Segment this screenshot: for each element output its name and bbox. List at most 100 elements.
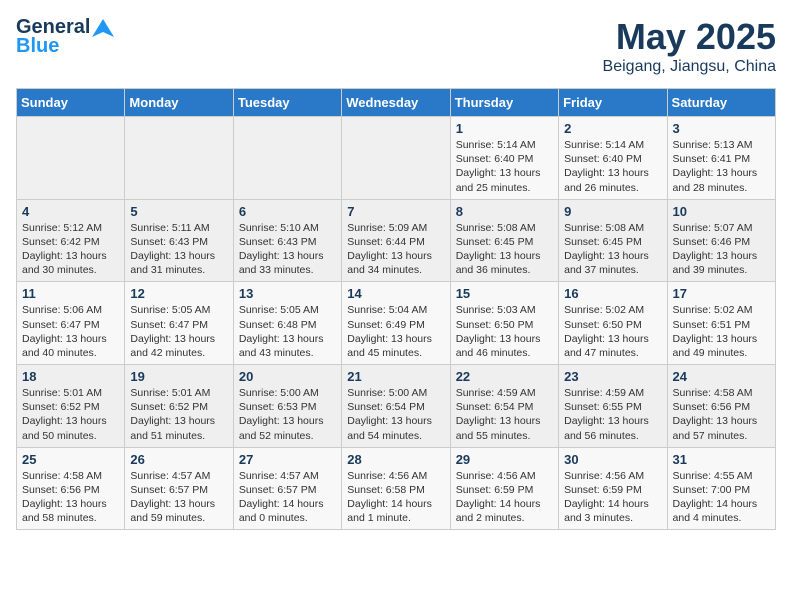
column-header-sunday: Sunday (17, 89, 125, 117)
calendar-table: SundayMondayTuesdayWednesdayThursdayFrid… (16, 88, 776, 530)
calendar-cell: 16Sunrise: 5:02 AM Sunset: 6:50 PM Dayli… (559, 282, 667, 365)
day-number: 10 (673, 204, 770, 219)
day-info: Sunrise: 4:55 AM Sunset: 7:00 PM Dayligh… (673, 469, 770, 526)
calendar-title: May 2025 (603, 16, 776, 58)
day-number: 22 (456, 369, 553, 384)
day-info: Sunrise: 4:58 AM Sunset: 6:56 PM Dayligh… (673, 386, 770, 443)
day-number: 8 (456, 204, 553, 219)
calendar-cell (233, 117, 341, 200)
day-number: 20 (239, 369, 336, 384)
day-info: Sunrise: 5:07 AM Sunset: 6:46 PM Dayligh… (673, 221, 770, 278)
calendar-cell: 13 Sunrise: 5:05 AM Sunset: 6:48 PM Dayli… (233, 282, 341, 365)
day-info: Sunrise: 4:56 AM Sunset: 6:59 PM Dayligh… (564, 469, 661, 526)
column-header-tuesday: Tuesday (233, 89, 341, 117)
day-info: Sunrise: 5:08 AM Sunset: 6:45 PM Dayligh… (456, 221, 553, 278)
calendar-cell: 23 Sunrise: 4:59 AM Sunset: 6:55 PM Dayli… (559, 365, 667, 448)
day-info: Sunrise: 5:13 AM Sunset: 6:41 PM Dayligh… (673, 138, 770, 195)
calendar-cell: 12 Sunrise: 5:05 AM Sunset: 6:47 PM Dayli… (125, 282, 233, 365)
calendar-cell: 21 Sunrise: 5:00 AM Sunset: 6:54 PM Dayli… (342, 365, 450, 448)
day-number: 24 (673, 369, 770, 384)
day-number: 7 (347, 204, 444, 219)
calendar-cell: 6Sunrise: 5:10 AM Sunset: 6:43 PM Daylig… (233, 199, 341, 282)
day-info: Sunrise: 5:05 AM Sunset: 6:47 PM Dayligh… (130, 303, 227, 360)
day-info: Sunrise: 5:02 AM Sunset: 6:51 PM Dayligh… (673, 303, 770, 360)
calendar-week-row: 4 Sunrise: 5:12 AM Sunset: 6:42 PM Daylig… (17, 199, 776, 282)
calendar-cell: 29 Sunrise: 4:56 AM Sunset: 6:59 PM Dayli… (450, 447, 558, 530)
day-info: Sunrise: 5:14 AM Sunset: 6:40 PM Dayligh… (456, 138, 553, 195)
calendar-cell: 27Sunrise: 4:57 AM Sunset: 6:57 PM Dayli… (233, 447, 341, 530)
calendar-header-row: SundayMondayTuesdayWednesdayThursdayFrid… (17, 89, 776, 117)
calendar-cell (17, 117, 125, 200)
calendar-subtitle: Beigang, Jiangsu, China (603, 58, 776, 76)
day-info: Sunrise: 4:56 AM Sunset: 6:59 PM Dayligh… (456, 469, 553, 526)
day-info: Sunrise: 4:59 AM Sunset: 6:54 PM Dayligh… (456, 386, 553, 443)
calendar-cell: 24 Sunrise: 4:58 AM Sunset: 6:56 PM Dayli… (667, 365, 775, 448)
calendar-week-row: 18 Sunrise: 5:01 AM Sunset: 6:52 PM Dayli… (17, 365, 776, 448)
day-number: 17 (673, 286, 770, 301)
logo: General Blue (16, 16, 114, 58)
calendar-cell (342, 117, 450, 200)
day-number: 12 (130, 286, 227, 301)
calendar-cell: 25 Sunrise: 4:58 AM Sunset: 6:56 PM Dayli… (17, 447, 125, 530)
calendar-week-row: 1Sunrise: 5:14 AM Sunset: 6:40 PM Daylig… (17, 117, 776, 200)
day-info: Sunrise: 5:05 AM Sunset: 6:48 PM Dayligh… (239, 303, 336, 360)
calendar-cell: 1Sunrise: 5:14 AM Sunset: 6:40 PM Daylig… (450, 117, 558, 200)
day-number: 9 (564, 204, 661, 219)
day-number: 5 (130, 204, 227, 219)
logo-bird-icon (92, 17, 114, 39)
day-info: Sunrise: 5:01 AM Sunset: 6:52 PM Dayligh… (130, 386, 227, 443)
calendar-cell: 22 Sunrise: 4:59 AM Sunset: 6:54 PM Dayli… (450, 365, 558, 448)
calendar-cell: 10 Sunrise: 5:07 AM Sunset: 6:46 PM Dayli… (667, 199, 775, 282)
calendar-cell: 30 Sunrise: 4:56 AM Sunset: 6:59 PM Dayli… (559, 447, 667, 530)
column-header-wednesday: Wednesday (342, 89, 450, 117)
column-header-saturday: Saturday (667, 89, 775, 117)
day-number: 31 (673, 452, 770, 467)
calendar-cell: 11Sunrise: 5:06 AM Sunset: 6:47 PM Dayli… (17, 282, 125, 365)
day-info: Sunrise: 4:57 AM Sunset: 6:57 PM Dayligh… (239, 469, 336, 526)
calendar-cell: 5Sunrise: 5:11 AM Sunset: 6:43 PM Daylig… (125, 199, 233, 282)
day-info: Sunrise: 4:58 AM Sunset: 6:56 PM Dayligh… (22, 469, 119, 526)
calendar-cell: 7 Sunrise: 5:09 AM Sunset: 6:44 PM Daylig… (342, 199, 450, 282)
day-number: 23 (564, 369, 661, 384)
calendar-cell: 17 Sunrise: 5:02 AM Sunset: 6:51 PM Dayli… (667, 282, 775, 365)
logo-blue: Blue (16, 35, 59, 58)
day-info: Sunrise: 5:00 AM Sunset: 6:53 PM Dayligh… (239, 386, 336, 443)
calendar-cell: 18Sunrise: 5:01 AM Sunset: 6:52 PM Dayli… (17, 365, 125, 448)
day-number: 25 (22, 452, 119, 467)
day-number: 4 (22, 204, 119, 219)
day-number: 15 (456, 286, 553, 301)
calendar-week-row: 25 Sunrise: 4:58 AM Sunset: 6:56 PM Dayli… (17, 447, 776, 530)
calendar-cell (125, 117, 233, 200)
day-number: 29 (456, 452, 553, 467)
day-info: Sunrise: 5:08 AM Sunset: 6:45 PM Dayligh… (564, 221, 661, 278)
column-header-monday: Monday (125, 89, 233, 117)
day-number: 2 (564, 121, 661, 136)
day-info: Sunrise: 4:59 AM Sunset: 6:55 PM Dayligh… (564, 386, 661, 443)
calendar-cell: 19 Sunrise: 5:01 AM Sunset: 6:52 PM Dayli… (125, 365, 233, 448)
day-info: Sunrise: 5:04 AM Sunset: 6:49 PM Dayligh… (347, 303, 444, 360)
day-number: 11 (22, 286, 119, 301)
day-info: Sunrise: 5:10 AM Sunset: 6:43 PM Dayligh… (239, 221, 336, 278)
calendar-cell: 4 Sunrise: 5:12 AM Sunset: 6:42 PM Daylig… (17, 199, 125, 282)
day-info: Sunrise: 5:12 AM Sunset: 6:42 PM Dayligh… (22, 221, 119, 278)
day-info: Sunrise: 5:09 AM Sunset: 6:44 PM Dayligh… (347, 221, 444, 278)
day-number: 30 (564, 452, 661, 467)
day-number: 14 (347, 286, 444, 301)
day-info: Sunrise: 5:00 AM Sunset: 6:54 PM Dayligh… (347, 386, 444, 443)
calendar-cell: 3Sunrise: 5:13 AM Sunset: 6:41 PM Daylig… (667, 117, 775, 200)
day-info: Sunrise: 5:03 AM Sunset: 6:50 PM Dayligh… (456, 303, 553, 360)
calendar-cell: 9 Sunrise: 5:08 AM Sunset: 6:45 PM Daylig… (559, 199, 667, 282)
day-number: 18 (22, 369, 119, 384)
title-block: May 2025 Beigang, Jiangsu, China (603, 16, 776, 76)
day-number: 21 (347, 369, 444, 384)
calendar-cell: 15 Sunrise: 5:03 AM Sunset: 6:50 PM Dayli… (450, 282, 558, 365)
calendar-cell: 20 Sunrise: 5:00 AM Sunset: 6:53 PM Dayli… (233, 365, 341, 448)
calendar-week-row: 11Sunrise: 5:06 AM Sunset: 6:47 PM Dayli… (17, 282, 776, 365)
day-number: 13 (239, 286, 336, 301)
column-header-friday: Friday (559, 89, 667, 117)
day-number: 16 (564, 286, 661, 301)
day-number: 19 (130, 369, 227, 384)
calendar-cell: 14 Sunrise: 5:04 AM Sunset: 6:49 PM Dayli… (342, 282, 450, 365)
day-number: 28 (347, 452, 444, 467)
day-info: Sunrise: 5:14 AM Sunset: 6:40 PM Dayligh… (564, 138, 661, 195)
